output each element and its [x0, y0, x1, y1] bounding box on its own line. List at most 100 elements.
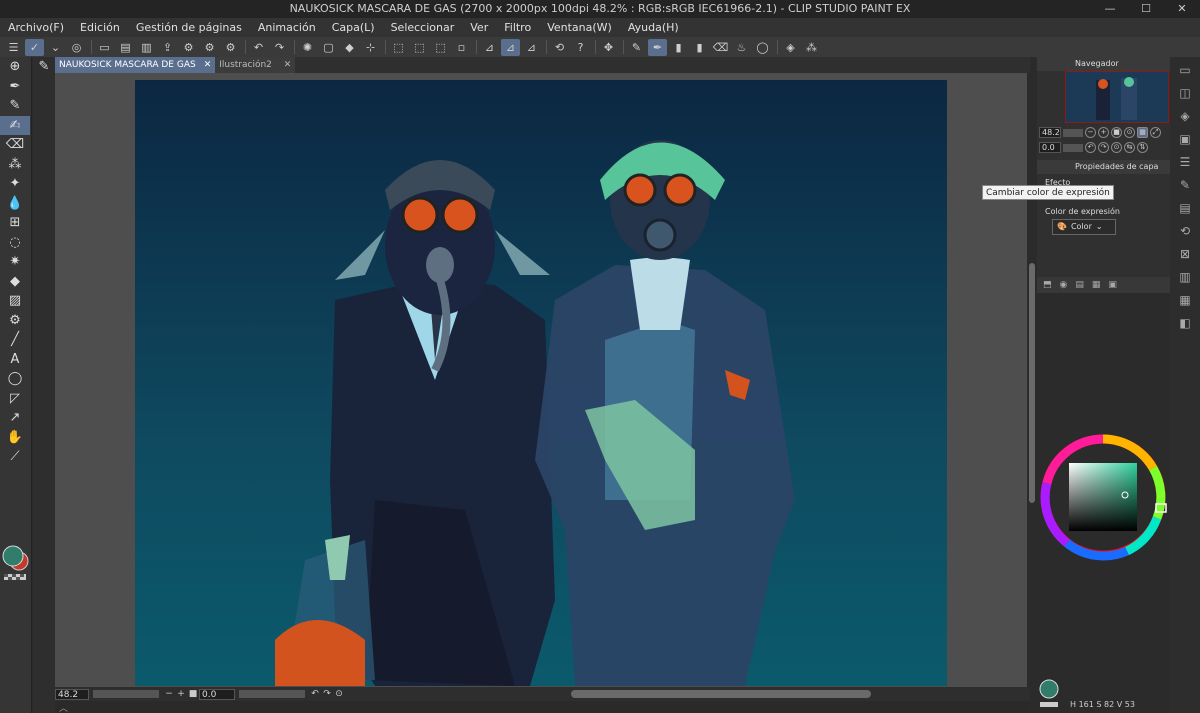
hamburger-menu-icon[interactable]: ☰: [4, 39, 23, 56]
bucket-icon[interactable]: ◈: [781, 39, 800, 56]
rotation-field[interactable]: 0.0: [199, 688, 235, 700]
panel-c-icon[interactable]: ⊠: [1173, 244, 1197, 264]
navigator-zoom-slider[interactable]: [1063, 128, 1083, 137]
reset-angle-icon[interactable]: ⊙: [1111, 142, 1122, 153]
rotate-left-icon[interactable]: ↶: [309, 689, 321, 699]
pen-tool-icon[interactable]: ✒: [0, 77, 30, 97]
fill-icon[interactable]: ◆: [340, 39, 359, 56]
line-tool-icon[interactable]: ╱: [0, 330, 30, 350]
materials-icon[interactable]: ▣: [1173, 129, 1197, 149]
hint-icon[interactable]: ?: [571, 39, 590, 56]
undo-icon[interactable]: ↶: [249, 39, 268, 56]
close-button[interactable]: ✕: [1164, 0, 1200, 18]
fill-tool-icon[interactable]: ◆: [0, 272, 30, 292]
brush-tool-icon[interactable]: ✍: [0, 115, 30, 135]
fit-screen-icon[interactable]: ▦: [1137, 127, 1148, 138]
tool-property-icon[interactable]: ✎: [1173, 175, 1197, 195]
reference-icon[interactable]: ⟲: [550, 39, 569, 56]
menu-seleccionar[interactable]: Seleccionar: [383, 21, 463, 34]
eyedropper-tool-icon[interactable]: ⟋: [0, 447, 30, 467]
brush-size-icon[interactable]: ▤: [1173, 198, 1197, 218]
cake-icon[interactable]: ♨: [732, 39, 751, 56]
zoom-in-icon[interactable]: +: [175, 689, 187, 699]
airbrush-tool-icon[interactable]: ⁂: [0, 155, 30, 175]
compass-icon[interactable]: ⊕: [0, 57, 30, 77]
rotate-right-icon[interactable]: ↷: [1098, 142, 1109, 153]
marker-alt-icon[interactable]: ▮: [690, 39, 709, 56]
check-icon[interactable]: ✓: [25, 38, 44, 56]
zoom-out-icon[interactable]: −: [163, 689, 175, 699]
layer-tab-c-icon[interactable]: ▤: [1075, 280, 1084, 290]
navigator-angle-field[interactable]: 0.0: [1039, 142, 1061, 153]
lasso-tool-icon[interactable]: ◌: [0, 233, 30, 253]
ruler-a-icon[interactable]: ⊿: [480, 39, 499, 56]
scrollbar-thumb[interactable]: [1029, 263, 1035, 503]
layers-icon[interactable]: ◈: [1173, 106, 1197, 126]
menu-animacion[interactable]: Animación: [250, 21, 324, 34]
rotate-right-icon[interactable]: ↷: [321, 689, 333, 699]
ruler-tool-icon[interactable]: ◸: [0, 389, 30, 409]
settings-icon[interactable]: ⚙: [179, 39, 198, 56]
tab-close-icon[interactable]: ✕: [204, 57, 212, 73]
vertical-scrollbar[interactable]: [1027, 73, 1037, 687]
menu-archivo[interactable]: Archivo(F): [0, 21, 72, 34]
gradient-tool-icon[interactable]: ▨: [0, 291, 30, 311]
stop-icon[interactable]: ■: [187, 689, 199, 699]
redo-icon[interactable]: ↷: [270, 39, 289, 56]
color-wheel[interactable]: [1037, 293, 1170, 713]
decoration-tool-icon[interactable]: ✦: [0, 174, 30, 194]
main-sub-color-icon[interactable]: [0, 542, 32, 582]
navigator-angle-slider[interactable]: [1063, 143, 1083, 152]
fullscreen-icon[interactable]: ⤢: [1150, 127, 1161, 138]
minimize-button[interactable]: —: [1092, 0, 1128, 18]
dropdown-chevron-icon[interactable]: ⌄: [46, 39, 65, 56]
clear-icon[interactable]: ▢: [319, 39, 338, 56]
selection-c-icon[interactable]: ⬚: [431, 39, 450, 56]
panel-e-icon[interactable]: ▦: [1173, 290, 1197, 310]
artwork-canvas[interactable]: [135, 80, 947, 686]
transform-icon[interactable]: ⊹: [361, 39, 380, 56]
lasso-icon[interactable]: ◯: [753, 39, 772, 56]
tab-close-icon[interactable]: ✕: [284, 57, 292, 73]
settings-icon[interactable]: ☰: [1173, 152, 1197, 172]
flip-v-icon[interactable]: ⇅: [1137, 142, 1148, 153]
panel-b-icon[interactable]: ◫: [1173, 83, 1197, 103]
menu-ventana[interactable]: Ventana(W): [539, 21, 620, 34]
layer-tab-e-icon[interactable]: ▣: [1108, 280, 1117, 290]
eyedropper-icon[interactable]: ✎: [627, 39, 646, 56]
marker-icon[interactable]: ▮: [669, 39, 688, 56]
menu-edicion[interactable]: Edición: [72, 21, 128, 34]
settings-alt2-icon[interactable]: ⚙: [221, 39, 240, 56]
export-icon[interactable]: ⇪: [158, 39, 177, 56]
ruler-c-icon[interactable]: ⊿: [522, 39, 541, 56]
menu-ver[interactable]: Ver: [462, 21, 496, 34]
eraser-tool-icon[interactable]: ⌫: [0, 135, 30, 155]
menu-filtro[interactable]: Filtro: [496, 21, 539, 34]
color-preview-icon[interactable]: [1037, 677, 1065, 711]
selection-d-icon[interactable]: ▫: [452, 39, 471, 56]
tab-naukosick[interactable]: NAUKOSICK MASCARA DE GAS ✕: [55, 57, 216, 73]
expand-up-icon[interactable]: ︿: [59, 704, 68, 713]
horizontal-scrollbar-thumb[interactable]: [571, 690, 871, 698]
navigator-preview[interactable]: [1065, 71, 1169, 123]
text-tool-icon[interactable]: A: [0, 350, 30, 370]
pen-icon[interactable]: ✒: [648, 38, 667, 56]
tab-ilustracion2[interactable]: Ilustración2 ✕: [215, 57, 296, 73]
rotate-left-icon[interactable]: ↶: [1085, 142, 1096, 153]
layer-tab-a-icon[interactable]: ⬒: [1043, 280, 1052, 290]
frame-tool-icon[interactable]: ⊞: [0, 213, 30, 233]
sub-tool-pen-icon[interactable]: ✎: [33, 57, 55, 77]
flip-h-icon[interactable]: ⇆: [1124, 142, 1135, 153]
magic-wand-icon[interactable]: ✷: [0, 252, 30, 272]
selection-b-icon[interactable]: ⬚: [410, 39, 429, 56]
new-file-icon[interactable]: ▭: [95, 39, 114, 56]
history-icon[interactable]: ⟲: [1173, 221, 1197, 241]
panel-d-icon[interactable]: ▥: [1173, 267, 1197, 287]
expression-color-dropdown[interactable]: 🎨 Color ⌄: [1052, 219, 1116, 235]
menu-capa[interactable]: Capa(L): [324, 21, 383, 34]
layer-tab-b-icon[interactable]: ◉: [1060, 280, 1068, 290]
layer-tab-d-icon[interactable]: ▦: [1092, 280, 1101, 290]
reset-rotation-icon[interactable]: ⊙: [333, 689, 345, 699]
actual-size-icon[interactable]: ⊙: [1124, 127, 1135, 138]
correct-line-icon[interactable]: ↗: [0, 408, 30, 428]
